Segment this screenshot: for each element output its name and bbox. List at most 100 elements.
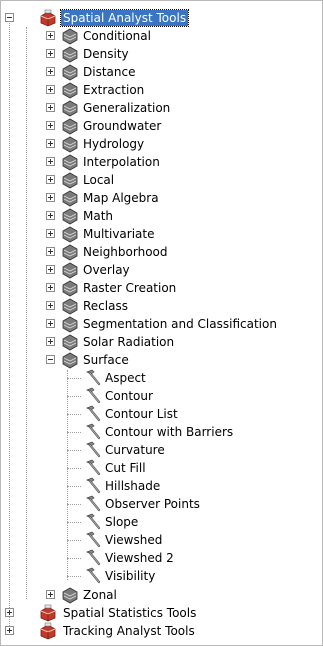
tree-line-branch	[67, 540, 81, 541]
toolbox-icon	[39, 9, 57, 27]
toolset-icon	[61, 45, 79, 63]
tree-node-spatial-analyst-tools[interactable]: Spatial Analyst Tools	[1, 9, 322, 27]
tool-label: Contour	[105, 389, 153, 403]
expand-icon[interactable]	[46, 31, 55, 40]
tree-node-toolset[interactable]: Raster Creation	[1, 279, 322, 297]
toolset-icon	[61, 243, 79, 261]
tree-line-branch	[67, 396, 81, 397]
tree-node-toolset[interactable]: Multivariate	[1, 225, 322, 243]
tree-node-toolset[interactable]: Extraction	[1, 81, 322, 99]
toolset-icon	[61, 81, 79, 99]
expand-icon[interactable]	[46, 67, 55, 76]
tree-node-toolset[interactable]: Distance	[1, 63, 322, 81]
toolset-label: Multivariate	[83, 227, 155, 241]
expand-icon[interactable]	[46, 283, 55, 292]
tree-node-tool[interactable]: Hillshade	[1, 477, 322, 495]
tool-label: Contour List	[105, 407, 178, 421]
expand-icon[interactable]	[46, 193, 55, 202]
toolset-label: Zonal	[83, 588, 117, 602]
expand-icon[interactable]	[46, 301, 55, 310]
tool-label: Contour with Barriers	[105, 425, 234, 439]
toolset-icon	[61, 153, 79, 171]
hammer-icon	[83, 549, 101, 567]
tree-node-toolset[interactable]: Groundwater	[1, 117, 322, 135]
tree-node-tool[interactable]: Cut Fill	[1, 459, 322, 477]
tree-node-toolset[interactable]: Interpolation	[1, 153, 322, 171]
toolset-label: Overlay	[83, 263, 130, 277]
toolset-label: Neighborhood	[83, 245, 168, 259]
toolset-label: Groundwater	[83, 119, 162, 133]
toolset-icon	[61, 207, 79, 225]
tree-line-branch	[67, 432, 81, 433]
hammer-icon	[83, 423, 101, 441]
tree-node-tracking-analyst-tools[interactable]: Tracking Analyst Tools	[1, 622, 322, 640]
tool-label: Viewshed	[105, 533, 163, 547]
expand-icon[interactable]	[46, 103, 55, 112]
tree-node-toolset[interactable]: Map Algebra	[1, 189, 322, 207]
toolset-icon	[61, 63, 79, 81]
expand-icon[interactable]	[46, 139, 55, 148]
tree-node-tool[interactable]: Viewshed 2	[1, 549, 322, 567]
toolset-label: Solar Radiation	[83, 335, 175, 349]
tree-node-toolset[interactable]: Math	[1, 207, 322, 225]
tree-node-toolset[interactable]: Neighborhood	[1, 243, 322, 261]
tree-node-toolset[interactable]: Overlay	[1, 261, 322, 279]
tree-node-toolset[interactable]: Hydrology	[1, 135, 322, 153]
tree-line-branch	[67, 414, 81, 415]
toolset-icon	[61, 189, 79, 207]
tree-node-tool[interactable]: Aspect	[1, 369, 322, 387]
tree-node-tool[interactable]: Contour with Barriers	[1, 423, 322, 441]
toolset-label: Interpolation	[83, 155, 160, 169]
tree-node-toolset[interactable]: Reclass	[1, 297, 322, 315]
tree-node-toolset[interactable]: Local	[1, 171, 322, 189]
tree-node-toolset[interactable]: Conditional	[1, 27, 322, 45]
tree-node-tool[interactable]: Contour List	[1, 405, 322, 423]
expand-icon[interactable]	[46, 85, 55, 94]
tree-node-zonal[interactable]: Zonal	[1, 586, 322, 604]
tree-node-toolset[interactable]: Solar Radiation	[1, 333, 322, 351]
tree-line-branch	[67, 486, 81, 487]
tool-label: Aspect	[105, 371, 146, 385]
toolset-label: Density	[83, 47, 129, 61]
expand-icon[interactable]	[46, 121, 55, 130]
tree-node-surface[interactable]: Surface	[1, 351, 322, 369]
expand-icon[interactable]	[46, 175, 55, 184]
hammer-icon	[83, 459, 101, 477]
expand-icon[interactable]	[46, 229, 55, 238]
toolset-icon	[61, 27, 79, 45]
tree-node-tool[interactable]: Observer Points	[1, 495, 322, 513]
expand-icon[interactable]	[46, 590, 55, 599]
toolset-label: Surface	[83, 353, 129, 367]
toolset-icon	[61, 135, 79, 153]
toolset-icon	[61, 279, 79, 297]
collapse-icon[interactable]	[46, 355, 55, 364]
toolset-icon	[61, 261, 79, 279]
tree-line-branch	[67, 468, 81, 469]
tree-node-toolset[interactable]: Generalization	[1, 99, 322, 117]
tree-node-toolset[interactable]: Segmentation and Classification	[1, 315, 322, 333]
expand-icon[interactable]	[5, 608, 14, 617]
expand-icon[interactable]	[46, 211, 55, 220]
toolbox-icon	[39, 622, 57, 640]
toolset-label: Hydrology	[83, 137, 145, 151]
expand-icon[interactable]	[46, 319, 55, 328]
tree-node-tool[interactable]: Contour	[1, 387, 322, 405]
tree-node-tool[interactable]: Curvature	[1, 441, 322, 459]
expand-icon[interactable]	[46, 49, 55, 58]
hammer-icon	[83, 495, 101, 513]
toolset-label: Map Algebra	[83, 191, 159, 205]
tree-node-toolset[interactable]: Density	[1, 45, 322, 63]
tool-label: Hillshade	[105, 479, 161, 493]
tree-line-branch	[67, 504, 81, 505]
expand-icon[interactable]	[46, 265, 55, 274]
expand-icon[interactable]	[5, 626, 14, 635]
tree-line-branch	[67, 450, 81, 451]
tree-node-spatial-statistics-tools[interactable]: Spatial Statistics Tools	[1, 604, 322, 622]
expand-icon[interactable]	[46, 337, 55, 346]
tree-node-tool[interactable]: Slope	[1, 513, 322, 531]
expand-icon[interactable]	[46, 157, 55, 166]
collapse-icon[interactable]	[5, 13, 14, 22]
expand-icon[interactable]	[46, 247, 55, 256]
tree-node-tool[interactable]: Visibility	[1, 567, 322, 585]
tree-node-tool[interactable]: Viewshed	[1, 531, 322, 549]
